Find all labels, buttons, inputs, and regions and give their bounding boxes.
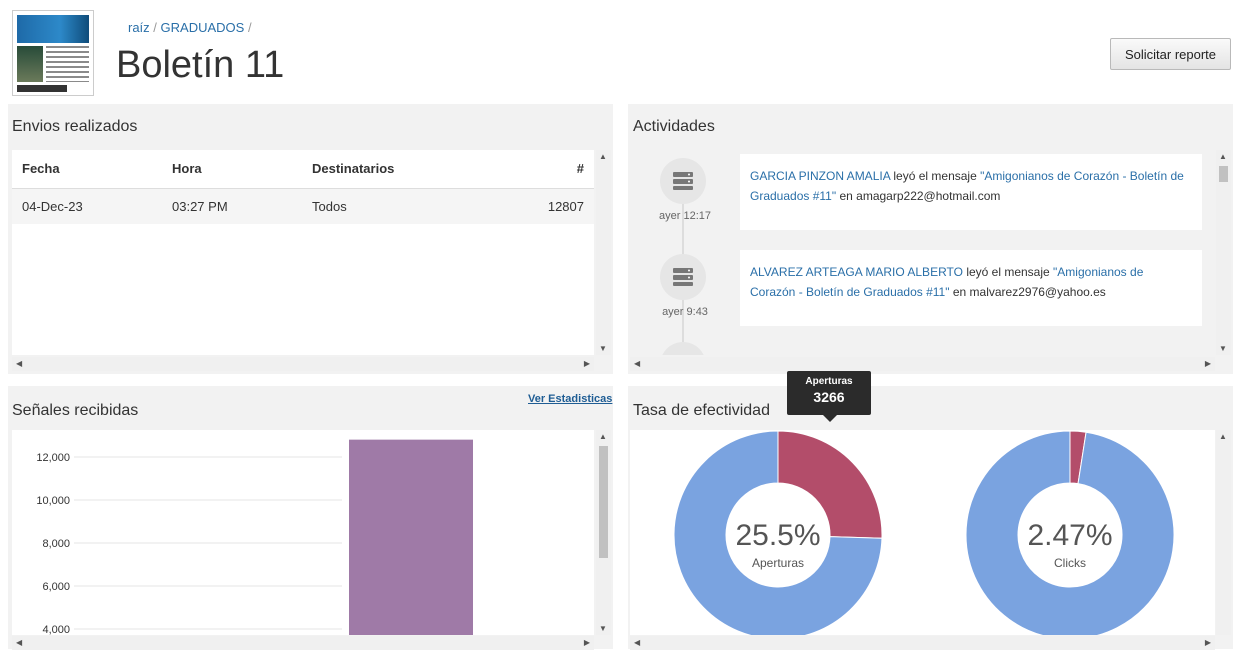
y-tick-label: 12,000 xyxy=(36,452,70,464)
activity-action: leyó el mensaje xyxy=(893,169,977,183)
scroll-right-arrow-icon[interactable]: ▶ xyxy=(1205,359,1211,368)
bar-chart: 12,000 10,000 8,000 6,000 4,000 xyxy=(36,439,473,635)
breadcrumb-root-link[interactable]: raíz xyxy=(128,20,150,35)
scroll-up-arrow-icon[interactable]: ▲ xyxy=(1219,432,1227,441)
donut-label: Clicks xyxy=(1054,556,1086,570)
activity-prep: en xyxy=(839,189,853,203)
activity-time: ayer 12:17 xyxy=(659,210,711,222)
horizontal-scrollbar[interactable]: ◀ ▶ xyxy=(630,357,1215,371)
breadcrumb: raíz / GRADUADOS / xyxy=(128,20,252,35)
column-header-destinatarios[interactable]: Destinatarios xyxy=(302,150,484,189)
donut-chart: 25.5% Aperturas xyxy=(673,430,883,635)
scroll-left-arrow-icon[interactable]: ◀ xyxy=(634,359,640,368)
contact-link[interactable]: GARCIA PINZON AMALIA xyxy=(750,169,890,183)
donut-charts-container: 25.5% Aperturas 2.47% Clicks xyxy=(630,430,1215,635)
tasa-panel: Tasa de efectividad 25.5% Aperturas 2.47% C… xyxy=(628,386,1233,650)
panel-title: Tasa de efectividad xyxy=(633,402,770,419)
donut-chart: 2.47% Clicks xyxy=(965,430,1175,635)
breadcrumb-separator: / xyxy=(247,20,252,35)
panel-title: Actividades xyxy=(633,118,715,135)
scroll-right-arrow-icon[interactable]: ▶ xyxy=(584,359,590,368)
envios-table: Fecha Hora Destinatarios # 04-Dec-23 03:… xyxy=(12,150,594,224)
scroll-up-arrow-icon[interactable]: ▲ xyxy=(1219,152,1227,161)
donut-label: Aperturas xyxy=(752,556,804,570)
breadcrumb-separator: / xyxy=(153,20,157,35)
scroll-up-arrow-icon[interactable]: ▲ xyxy=(599,152,607,161)
cell-fecha: 04-Dec-23 xyxy=(12,188,162,224)
tooltip-value: 3266 xyxy=(813,389,845,405)
panel-title: Señales recibidas xyxy=(12,402,139,419)
vertical-scrollbar[interactable]: ▲ xyxy=(1216,430,1231,635)
y-tick-label: 4,000 xyxy=(42,624,70,635)
scroll-right-arrow-icon[interactable]: ▶ xyxy=(584,638,590,647)
page-title: Boletín 11 xyxy=(116,44,285,86)
server-icon xyxy=(660,158,706,204)
column-header-hora[interactable]: Hora xyxy=(162,150,302,189)
activity-time: ayer 9:43 xyxy=(662,306,708,318)
donut-percentage: 25.5% xyxy=(735,519,820,552)
server-icon xyxy=(660,342,706,355)
scroll-up-arrow-icon[interactable]: ▲ xyxy=(599,432,607,441)
donut-percentage: 2.47% xyxy=(1027,519,1112,552)
table-row[interactable]: 04-Dec-23 03:27 PM Todos 12807 xyxy=(12,188,594,224)
y-tick-label: 8,000 xyxy=(42,538,70,550)
newsletter-thumbnail[interactable] xyxy=(12,10,94,96)
scroll-down-arrow-icon[interactable]: ▼ xyxy=(1219,344,1227,353)
actividades-panel: Actividades ayer 12:17 GARCIA PINZON AMA… xyxy=(628,104,1233,374)
cell-count: 12807 xyxy=(483,188,594,224)
vertical-scrollbar[interactable]: ▲ ▼ xyxy=(596,150,611,355)
senales-panel: Señales recibidas 12,000 10,000 8,000 6,000… xyxy=(8,386,613,650)
breadcrumb-folder-link[interactable]: GRADUADOS xyxy=(161,20,245,35)
activity-card: GARCIA PINZON AMALIA leyó el mensaje "Am… xyxy=(740,154,1202,230)
horizontal-scrollbar[interactable]: ◀ ▶ xyxy=(12,636,594,650)
thumbnail-banner xyxy=(17,15,89,43)
scroll-left-arrow-icon[interactable]: ◀ xyxy=(16,638,22,647)
activity-item: ayer 12:17 GARCIA PINZON AMALIA leyó el … xyxy=(630,154,1202,238)
y-tick-label: 6,000 xyxy=(42,581,70,593)
column-header-count[interactable]: # xyxy=(483,150,594,189)
donut-charts: 25.5% Aperturas 2.47% Clicks xyxy=(673,430,1175,635)
activity-email: amagarp222@hotmail.com xyxy=(856,189,1001,203)
table-header-row: Fecha Hora Destinatarios # xyxy=(12,150,594,189)
vertical-scrollbar[interactable]: ▲ ▼ xyxy=(596,430,611,635)
column-header-fecha[interactable]: Fecha xyxy=(12,150,162,189)
contact-link[interactable]: ALVAREZ ARTEAGA MARIO ALBERTO xyxy=(750,265,963,279)
chart-tooltip: Aperturas 3266 xyxy=(787,371,871,422)
activity-action: leyó el mensaje xyxy=(966,265,1050,279)
view-statistics-link[interactable]: Ver Estadisticas xyxy=(528,393,612,405)
scroll-left-arrow-icon[interactable]: ◀ xyxy=(634,638,640,647)
activity-email: malvarez2976@yahoo.es xyxy=(969,285,1106,299)
request-report-button[interactable]: Solicitar reporte xyxy=(1110,38,1231,70)
scroll-down-arrow-icon[interactable]: ▼ xyxy=(599,624,607,633)
activity-card: ALVAREZ ARTEAGA MARIO ALBERTO leyó el me… xyxy=(740,250,1202,326)
scroll-left-arrow-icon[interactable]: ◀ xyxy=(16,359,22,368)
activity-prep: en xyxy=(952,285,967,299)
envios-table-container: Fecha Hora Destinatarios # 04-Dec-23 03:… xyxy=(12,150,594,355)
page-header: raíz / GRADUADOS / Boletín 11 Solicitar … xyxy=(0,0,1233,100)
scrollbar-thumb[interactable] xyxy=(1219,166,1228,182)
scroll-down-arrow-icon[interactable]: ▼ xyxy=(599,344,607,353)
horizontal-scrollbar[interactable]: ◀ ▶ xyxy=(12,357,594,371)
activity-feed: ayer 12:17 GARCIA PINZON AMALIA leyó el … xyxy=(630,150,1215,355)
senales-chart-container: 12,000 10,000 8,000 6,000 4,000 xyxy=(12,430,594,635)
y-tick-label: 10,000 xyxy=(36,495,70,507)
activity-item xyxy=(630,342,1200,355)
bar[interactable] xyxy=(349,439,473,635)
scrollbar-thumb[interactable] xyxy=(599,446,608,558)
activity-item: ayer 9:43 ALVAREZ ARTEAGA MARIO ALBERTO … xyxy=(630,250,1202,334)
horizontal-scrollbar[interactable]: ◀ ▶ xyxy=(630,636,1215,650)
cell-destinatarios: Todos xyxy=(302,188,484,224)
tooltip-label: Aperturas xyxy=(805,376,853,387)
envios-panel: Envios realizados Fecha Hora Destinatari… xyxy=(8,104,613,374)
vertical-scrollbar[interactable]: ▲ ▼ xyxy=(1216,150,1231,355)
cell-hora: 03:27 PM xyxy=(162,188,302,224)
scroll-right-arrow-icon[interactable]: ▶ xyxy=(1205,638,1211,647)
panel-title: Envios realizados xyxy=(12,118,138,135)
server-icon xyxy=(660,254,706,300)
